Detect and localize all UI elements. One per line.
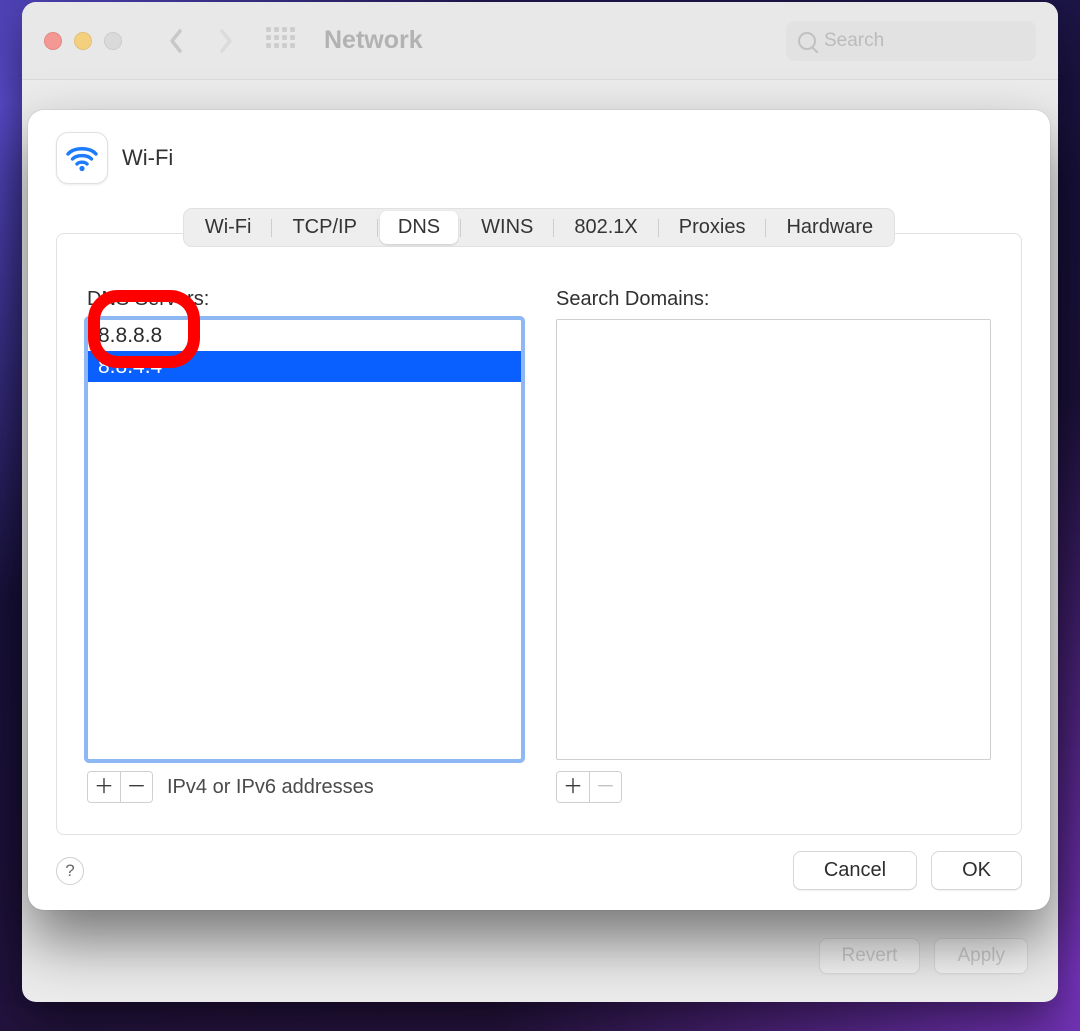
tab-wifi[interactable]: Wi-Fi xyxy=(187,211,270,244)
tab-8021x[interactable]: 802.1X xyxy=(556,211,655,244)
wifi-advanced-sheet: Wi-Fi Wi-FiTCP/IPDNSWINS802.1XProxiesHar… xyxy=(28,110,1050,910)
tab-wins[interactable]: WINS xyxy=(463,211,551,244)
revert-button[interactable]: Revert xyxy=(819,938,921,974)
ok-button[interactable]: OK xyxy=(931,851,1022,890)
search-icon xyxy=(798,32,816,50)
dns-entry[interactable]: 8.8.8.8 xyxy=(88,320,521,351)
dns-add-button[interactable]: ＋ xyxy=(88,772,120,802)
search-placeholder: Search xyxy=(824,30,884,52)
cancel-button[interactable]: Cancel xyxy=(793,851,917,890)
minimize-window-button[interactable] xyxy=(74,32,92,50)
tab-dns[interactable]: DNS xyxy=(380,211,458,244)
dns-entry[interactable]: 8.8.4.4 xyxy=(88,351,521,382)
dns-remove-button[interactable]: － xyxy=(120,772,152,802)
search-domains-list[interactable] xyxy=(556,319,991,760)
help-button[interactable]: ? xyxy=(56,857,84,885)
titlebar: Network Search xyxy=(22,2,1058,80)
search-domains-label: Search Domains: xyxy=(556,288,991,311)
search-domains-remove-button[interactable]: － xyxy=(589,772,621,802)
close-window-button[interactable] xyxy=(44,32,62,50)
parent-action-buttons: Revert Apply xyxy=(819,938,1029,974)
forward-button[interactable] xyxy=(206,21,246,61)
search-domains-add-remove: ＋ － xyxy=(556,771,622,803)
tab-hardware[interactable]: Hardware xyxy=(768,211,891,244)
tab-tcpip[interactable]: TCP/IP xyxy=(274,211,374,244)
all-preferences-icon[interactable] xyxy=(266,27,294,55)
back-button[interactable] xyxy=(156,21,196,61)
tab-proxies[interactable]: Proxies xyxy=(661,211,764,244)
wifi-icon xyxy=(56,132,108,184)
search-input[interactable]: Search xyxy=(786,21,1036,61)
sheet-title: Wi-Fi xyxy=(122,145,173,171)
dns-add-remove: ＋ － xyxy=(87,771,153,803)
tab-bar: Wi-FiTCP/IPDNSWINS802.1XProxiesHardware xyxy=(183,208,895,247)
window-title: Network xyxy=(324,26,423,55)
search-domains-add-button[interactable]: ＋ xyxy=(557,772,589,802)
dns-panel: DNS Servers: 8.8.8.88.8.4.4 ＋ － IPv4 or … xyxy=(56,233,1022,835)
dns-hint: IPv4 or IPv6 addresses xyxy=(167,776,374,799)
dns-servers-label: DNS Servers: xyxy=(87,288,522,311)
dns-servers-list[interactable]: 8.8.8.88.8.4.4 xyxy=(87,319,522,760)
zoom-window-button[interactable] xyxy=(104,32,122,50)
window-controls xyxy=(44,32,122,50)
apply-button[interactable]: Apply xyxy=(934,938,1028,974)
